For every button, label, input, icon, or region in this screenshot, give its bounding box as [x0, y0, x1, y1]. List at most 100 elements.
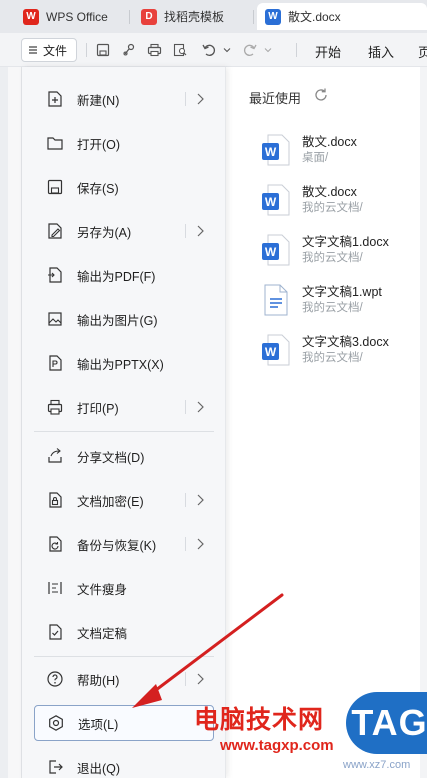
menu-separator	[34, 656, 214, 657]
tab-label: 散文.docx	[288, 10, 341, 24]
menu-item-exit[interactable]: 退出(Q)	[34, 749, 214, 778]
menu-item-label: 选项(L)	[78, 717, 119, 732]
document-page-edge	[8, 67, 22, 778]
menu-item-export-pptx[interactable]: 输出为PPTX(X)	[34, 345, 214, 381]
save-icon	[44, 176, 66, 198]
recent-file-item[interactable]: W 散文.docx 桌面/	[262, 130, 427, 174]
tab-start[interactable]: 开始	[315, 42, 341, 61]
slim-file-icon	[44, 577, 66, 599]
menu-item-open[interactable]: 打开(O)	[34, 125, 214, 161]
print-icon[interactable]	[145, 41, 163, 59]
menu-item-label: 文档加密(E)	[77, 494, 144, 509]
chevron-right-icon[interactable]	[192, 223, 208, 239]
menu-item-save[interactable]: 保存(S)	[34, 169, 214, 205]
menu-item-label: 分享文档(D)	[77, 450, 145, 465]
menu-item-finalize[interactable]: 文档定稿	[34, 614, 214, 650]
menu-item-print[interactable]: 打印(P)	[34, 389, 214, 425]
backup-icon	[44, 533, 66, 555]
chevron-right-icon[interactable]	[192, 536, 208, 552]
options-icon	[45, 712, 67, 734]
menu-item-export-image[interactable]: 输出为图片(G)	[34, 301, 214, 337]
word-file-icon: W	[262, 334, 290, 366]
tab-bar: W WPS Office D 找稻壳模板 W 散文.docx	[0, 0, 427, 33]
redo-icon[interactable]	[240, 41, 258, 59]
file-menu-label: 文件	[43, 43, 68, 58]
menu-item-backup[interactable]: 备份与恢复(K)	[34, 526, 214, 562]
svg-text:W: W	[265, 245, 277, 259]
chevron-right-icon[interactable]	[192, 91, 208, 107]
new-file-icon	[44, 88, 66, 110]
menu-item-save-as[interactable]: 另存为(A)	[34, 213, 214, 249]
refresh-icon[interactable]	[313, 87, 329, 103]
menu-item-divider	[185, 400, 186, 414]
recent-file-name: 文字文稿1.wpt	[302, 285, 382, 299]
file-menu-panel: 新建(N) 打开(O) 保存(S) 另存为(A) 输出为PDF(F) 输出为图片…	[22, 67, 226, 778]
menu-item-divider	[185, 224, 186, 238]
menu-item-slim-file[interactable]: 文件瘦身	[34, 570, 214, 606]
word-file-icon: W	[262, 184, 290, 216]
folder-open-icon	[44, 132, 66, 154]
tab-wps-office[interactable]: W WPS Office	[15, 3, 130, 30]
save-icon[interactable]	[94, 41, 112, 59]
menu-item-label: 文件瘦身	[77, 582, 128, 597]
svg-text:W: W	[265, 145, 277, 159]
menu-item-encrypt[interactable]: 文档加密(E)	[34, 482, 214, 518]
watermark-url: www.tagxp.com	[220, 737, 334, 754]
recent-file-item[interactable]: 文字文稿1.wpt 我的云文档/	[262, 280, 427, 324]
menu-item-label: 文档定稿	[77, 626, 128, 641]
toolbar: 文件 开始 插入 页	[0, 33, 427, 67]
menu-item-divider	[185, 672, 186, 686]
word-file-icon: W	[262, 134, 290, 166]
save-as-icon	[44, 220, 66, 242]
toolbar-divider	[296, 43, 297, 57]
menu-item-help[interactable]: 帮助(H)	[34, 661, 214, 697]
hamburger-icon	[29, 46, 37, 54]
recent-file-name: 散文.docx	[302, 135, 357, 149]
recent-file-item[interactable]: W 文字文稿1.docx 我的云文档/	[262, 230, 427, 274]
menu-item-label: 另存为(A)	[77, 225, 132, 240]
menu-item-label: 打开(O)	[77, 137, 121, 152]
tab-divider	[129, 10, 130, 24]
undo-icon[interactable]	[200, 41, 218, 59]
menu-item-options[interactable]: 选项(L)	[34, 705, 214, 741]
recent-file-item[interactable]: W 散文.docx 我的云文档/	[262, 180, 427, 224]
tab-current-document[interactable]: W 散文.docx	[257, 3, 427, 30]
finalize-icon	[44, 621, 66, 643]
menu-item-divider	[185, 92, 186, 106]
export-pdf-icon	[44, 264, 66, 286]
share-link-icon[interactable]	[120, 41, 138, 59]
watermark-url-secondary: www.xz7.com	[343, 759, 411, 771]
menu-item-label: 帮助(H)	[77, 673, 120, 688]
chevron-right-icon[interactable]	[192, 399, 208, 415]
tab-insert[interactable]: 插入	[368, 42, 394, 61]
file-menu-button[interactable]: 文件	[21, 38, 77, 62]
print-preview-icon[interactable]	[171, 41, 189, 59]
chevron-right-icon[interactable]	[192, 492, 208, 508]
right-edge-panel	[420, 67, 427, 778]
print-icon	[44, 396, 66, 418]
tab-page-partial[interactable]: 页	[418, 42, 427, 61]
tab-docer-templates[interactable]: D 找稻壳模板	[133, 3, 254, 30]
tab-divider	[253, 10, 254, 24]
chevron-right-icon[interactable]	[192, 671, 208, 687]
help-icon	[44, 668, 66, 690]
recent-file-path: 我的云文档/	[302, 202, 363, 214]
share-icon	[44, 445, 66, 467]
svg-text:W: W	[265, 195, 277, 209]
menu-item-export-pdf[interactable]: 输出为PDF(F)	[34, 257, 214, 293]
word-doc-icon: W	[265, 8, 281, 25]
recent-file-item[interactable]: W 文字文稿3.docx 我的云文档/	[262, 330, 427, 374]
menu-item-label: 保存(S)	[77, 181, 119, 196]
menu-item-label: 打印(P)	[77, 401, 119, 416]
chevron-down-icon[interactable]	[218, 41, 236, 59]
menu-item-divider	[185, 537, 186, 551]
menu-item-share[interactable]: 分享文档(D)	[34, 438, 214, 474]
recent-file-name: 文字文稿1.docx	[302, 235, 389, 249]
tab-label: 找稻壳模板	[164, 10, 225, 24]
watermark-text: 电脑技术网	[194, 706, 325, 734]
docer-logo-icon: D	[141, 8, 157, 25]
chevron-down-icon[interactable]	[259, 41, 277, 59]
menu-item-divider	[185, 493, 186, 507]
menu-item-new[interactable]: 新建(N)	[34, 81, 214, 117]
menu-item-label: 备份与恢复(K)	[77, 538, 157, 553]
